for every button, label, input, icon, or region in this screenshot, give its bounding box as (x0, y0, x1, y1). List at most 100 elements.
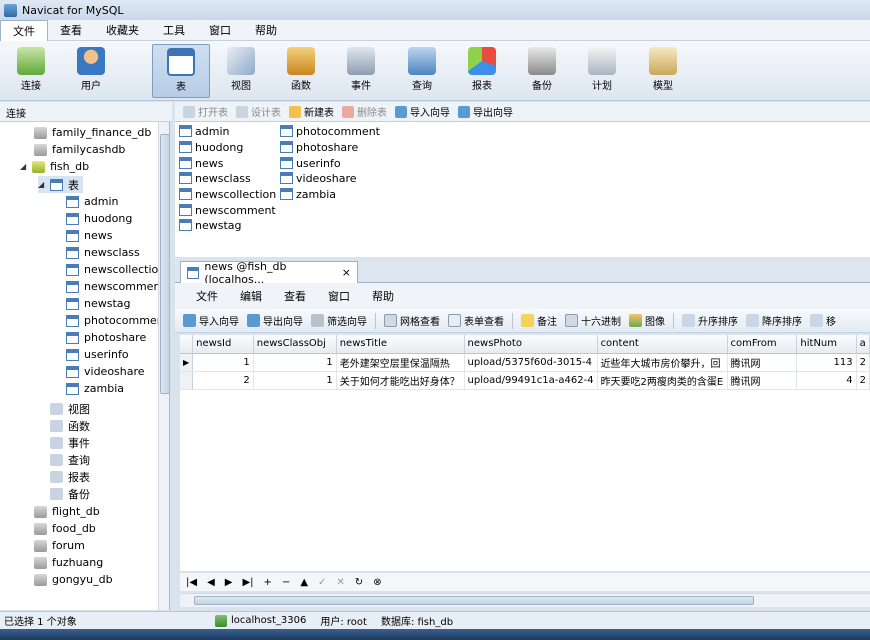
open-table-button[interactable]: 打开表 (183, 104, 228, 119)
toolbar-backup-button[interactable]: 备份 (513, 44, 571, 98)
table-cell[interactable]: upload/99491c1a-a462-4 (464, 371, 598, 390)
table-cell[interactable]: 近些年大城市房价攀升，回 (597, 353, 728, 372)
edit-record-button[interactable]: ▲ (300, 577, 308, 588)
tree-table-newscollection[interactable]: newscollection (66, 261, 165, 278)
table-row[interactable]: ▶ 1 1 老外建架空层里保温隔热 upload/5375f60d-3015-4… (180, 353, 870, 372)
toolbar-model-button[interactable]: 模型 (634, 44, 692, 98)
sort-descending-button[interactable]: 降序排序 (746, 313, 802, 328)
filter-wizard-button[interactable]: 筛选向导 (311, 313, 367, 328)
apply-record-button[interactable]: ✓ (318, 577, 326, 588)
collapse-arrow-icon[interactable]: ◢ (20, 162, 28, 171)
export-wizard-button[interactable]: 导出向导 (458, 104, 513, 119)
tree-table-huodong[interactable]: huodong (66, 210, 132, 227)
inner-menu-edit[interactable]: 编辑 (229, 288, 273, 304)
tree-table-newscomment[interactable]: newscomment (66, 278, 165, 295)
tree-table-newsclass[interactable]: newsclass (66, 244, 140, 261)
object-table-videoshare[interactable]: videoshare (280, 170, 357, 186)
close-icon[interactable]: × (342, 266, 351, 279)
object-table-zambia[interactable]: zambia (280, 186, 336, 202)
tree-tables-node[interactable]: ◢ 表 (38, 176, 83, 193)
column-header[interactable]: comFrom (727, 335, 798, 354)
column-header[interactable]: a (856, 335, 870, 354)
table-cell[interactable]: 关于如何才能吃出好身体？ (336, 371, 465, 390)
toolbar-event-button[interactable]: 事件 (332, 44, 390, 98)
refresh-button[interactable]: ↻ (355, 577, 363, 588)
table-cell[interactable]: 腾讯网 (727, 353, 798, 372)
memo-button[interactable]: 备注 (521, 313, 557, 328)
toolbar-function-button[interactable]: 函数 (272, 44, 330, 98)
table-cell[interactable]: 2 (856, 353, 870, 372)
remove-sort-button[interactable]: 移 (810, 313, 836, 328)
import-wizard-button[interactable]: 导入向导 (183, 313, 239, 328)
export-wizard-button[interactable]: 导出向导 (247, 313, 303, 328)
toolbar-user-button[interactable]: 用户 (62, 44, 120, 98)
image-button[interactable]: 图像 (629, 313, 665, 328)
column-header[interactable]: newsClassObj (253, 335, 337, 354)
toolbar-connection-button[interactable]: 连接 (2, 44, 60, 98)
inner-menu-view[interactable]: 查看 (273, 288, 317, 304)
menu-favorites[interactable]: 收藏夹 (94, 20, 151, 41)
object-table-newstag[interactable]: newstag (179, 217, 242, 233)
tree-db-forum[interactable]: forum (34, 537, 85, 554)
add-record-button[interactable]: + (264, 577, 272, 588)
tree-table-videoshare[interactable]: videoshare (66, 363, 145, 380)
tree-db-flight-db[interactable]: flight_db (34, 503, 100, 520)
tree-db-food-db[interactable]: food_db (34, 520, 96, 537)
column-header[interactable]: newsPhoto (464, 335, 598, 354)
form-view-button[interactable]: 表单查看 (448, 313, 504, 328)
tree-table-userinfo[interactable]: userinfo (66, 346, 129, 363)
object-table-userinfo[interactable]: userinfo (280, 155, 341, 171)
tree-vertical-scrollbar[interactable] (158, 122, 169, 610)
tree-table-admin[interactable]: admin (66, 193, 118, 210)
tree-db-fuzhuang[interactable]: fuzhuang (34, 554, 103, 571)
table-cell[interactable]: 2 (856, 371, 870, 390)
object-table-photoshare[interactable]: photoshare (280, 139, 358, 155)
object-table-huodong[interactable]: huodong (179, 139, 243, 155)
tree-queries-node[interactable]: 查询 (50, 451, 90, 468)
tree-views-node[interactable]: 视图 (50, 400, 90, 417)
collapse-arrow-icon[interactable]: ◢ (38, 180, 46, 189)
tab-news-table[interactable]: news @fish_db (localhos... × (180, 260, 358, 286)
toolbar-view-button[interactable]: 视图 (212, 44, 270, 98)
prev-record-button[interactable]: ◀ (207, 577, 215, 588)
menu-file[interactable]: 文件 (0, 19, 48, 41)
table-cell[interactable]: 1 (192, 353, 254, 372)
import-wizard-button[interactable]: 导入向导 (395, 104, 450, 119)
tree-table-photoshare[interactable]: photoshare (66, 329, 146, 346)
tree-table-zambia[interactable]: zambia (66, 380, 124, 397)
object-table-newscomment[interactable]: newscomment (179, 202, 276, 218)
stop-button[interactable]: ⊗ (373, 577, 381, 588)
menu-window[interactable]: 窗口 (197, 20, 243, 41)
table-cell[interactable]: 1 (253, 371, 337, 390)
scrollbar-thumb[interactable] (160, 134, 169, 394)
tree-reports-node[interactable]: 报表 (50, 468, 90, 485)
tree-table-news[interactable]: news (66, 227, 112, 244)
tree-events-node[interactable]: 事件 (50, 434, 90, 451)
last-record-button[interactable]: ▶| (242, 577, 253, 588)
object-table-admin[interactable]: admin (179, 123, 229, 139)
table-cell[interactable]: 老外建架空层里保温隔热 (336, 353, 465, 372)
sort-ascending-button[interactable]: 升序排序 (682, 313, 738, 328)
column-header[interactable]: content (597, 335, 728, 354)
delete-table-button[interactable]: 删除表 (342, 104, 387, 119)
object-table-photocomment[interactable]: photocomment (280, 123, 380, 139)
column-header[interactable]: newsId (192, 335, 254, 354)
object-table-newsclass[interactable]: newsclass (179, 170, 251, 186)
table-cell[interactable]: 113 (796, 353, 857, 372)
toolbar-schedule-button[interactable]: 计划 (573, 44, 631, 98)
table-cell[interactable]: upload/5375f60d-3015-4 (464, 353, 598, 372)
menu-view[interactable]: 查看 (48, 20, 94, 41)
tree-functions-node[interactable]: 函数 (50, 417, 90, 434)
column-header[interactable]: newsTitle (336, 335, 465, 354)
table-cell[interactable]: 1 (253, 353, 337, 372)
table-cell[interactable]: 昨天要吃2两瘦肉类的含蛋E (597, 371, 728, 390)
next-record-button[interactable]: ▶ (225, 577, 233, 588)
table-row[interactable]: 2 1 关于如何才能吃出好身体？ upload/99491c1a-a462-4 … (180, 371, 870, 390)
inner-menu-window[interactable]: 窗口 (317, 288, 361, 304)
new-table-button[interactable]: 新建表 (289, 104, 334, 119)
tree-table-newstag[interactable]: newstag (66, 295, 131, 312)
tree-db-family-finance[interactable]: family_finance_db (34, 124, 151, 141)
design-table-button[interactable]: 设计表 (236, 104, 281, 119)
table-cell[interactable]: 4 (796, 371, 857, 390)
toolbar-report-button[interactable]: 报表 (453, 44, 511, 98)
